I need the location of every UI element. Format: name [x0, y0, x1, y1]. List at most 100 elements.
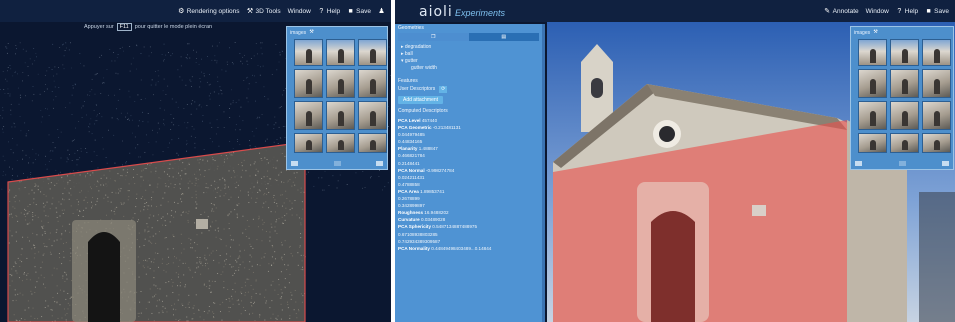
descriptor-row: Curvature 0.03489028	[395, 216, 542, 223]
fullscreen-hint: Appuyer sur F11 pour quitter le mode ple…	[84, 23, 213, 31]
image-thumbnail[interactable]	[890, 101, 919, 130]
panel-footer-button[interactable]	[291, 161, 298, 166]
image-thumbnail[interactable]	[326, 101, 355, 130]
refresh-icon[interactable]: ⟳	[439, 86, 448, 93]
descriptor-row: 0.4788858	[395, 181, 542, 188]
panel-footer-button[interactable]	[376, 161, 383, 166]
tree-item[interactable]: gutter width	[401, 65, 536, 72]
image-thumbnail[interactable]	[858, 39, 887, 66]
descriptor-row: 0.342899897	[395, 202, 542, 209]
tab-copy[interactable]: ❐	[398, 33, 469, 41]
features-title: Features	[398, 78, 418, 84]
image-thumbnail[interactable]	[358, 101, 387, 130]
notifications-button[interactable]: ♟	[378, 8, 385, 15]
descriptor-row: 0.044979485	[395, 131, 542, 138]
descriptor-row: Planarity 1.488847	[395, 145, 542, 152]
descriptor-row: 0.44834165	[395, 138, 542, 145]
image-thumbnail[interactable]	[858, 69, 887, 98]
descriptor-value: -0.998274784	[425, 167, 455, 173]
window-menu[interactable]: Window	[866, 8, 889, 15]
computed-descriptors-label: Computed Descriptors	[398, 108, 448, 114]
image-thumbnail[interactable]	[890, 39, 919, 66]
image-thumbnail[interactable]	[922, 101, 951, 130]
help-menu[interactable]: ? Help	[318, 8, 340, 15]
image-thumbnail[interactable]	[294, 133, 323, 153]
descriptor-value: 0.03489028	[420, 217, 446, 223]
descriptor-name: PCA Geometric	[398, 125, 433, 131]
descriptor-value: 0.2678899	[398, 196, 420, 202]
descriptor-row: Roughness 16.9488202	[395, 209, 542, 216]
descriptor-value: 457440	[421, 118, 438, 123]
image-thumbnail[interactable]	[358, 39, 387, 66]
right-viewer: ✎ Annotate Window ? Help ■ Save aioli Exper…	[395, 0, 955, 322]
descriptor-row: PCA Geometric -0.213481131	[395, 124, 542, 131]
document-icon: ▤	[501, 34, 507, 40]
image-thumbnail[interactable]	[922, 69, 951, 98]
image-thumbnail[interactable]	[326, 69, 355, 98]
descriptor-row: 0.67108938803285	[395, 231, 542, 238]
user-descriptors-row: User Descriptors ⟳	[398, 86, 448, 93]
image-thumbnail[interactable]	[294, 69, 323, 98]
help-menu[interactable]: ? Help	[896, 8, 918, 15]
add-attachment-button[interactable]: Add attachment	[398, 96, 444, 104]
panel-footer-button[interactable]	[898, 161, 906, 166]
image-thumbnail[interactable]	[922, 133, 951, 153]
descriptor-name: Roughness	[398, 210, 425, 216]
descriptor-value: 0.2148441	[398, 160, 420, 166]
image-thumbnail[interactable]	[358, 133, 387, 153]
descriptor-value: 0.44834165	[398, 139, 423, 145]
image-thumbnail[interactable]	[294, 39, 323, 66]
annotate-menu[interactable]: ✎ Annotate	[824, 8, 858, 15]
door	[651, 211, 695, 322]
app-logo[interactable]: aioli	[419, 4, 453, 20]
save-icon: ■	[348, 7, 353, 15]
tree-item[interactable]: ▸ degradation	[401, 44, 536, 51]
descriptor-list: PCA Level 457440 PCA Geometric -0.2134811…	[395, 117, 542, 252]
rendering-options-menu[interactable]: ⚙ Rendering options	[178, 8, 239, 15]
descriptor-name: PCA Level	[398, 118, 422, 123]
descriptor-row: PCA Level 457440	[395, 117, 542, 124]
help-icon: ?	[319, 7, 324, 15]
tab-document[interactable]: ▤	[469, 33, 540, 41]
descriptor-row: 0.466821784	[395, 152, 542, 159]
save-menu[interactable]: ■ Save	[925, 8, 949, 15]
image-thumbnail[interactable]	[358, 69, 387, 98]
image-thumbnail[interactable]	[858, 101, 887, 130]
save-menu[interactable]: ■ Save	[347, 8, 371, 15]
bell-icon: ♟	[378, 7, 385, 15]
panel-footer-button[interactable]	[333, 161, 341, 166]
descriptor-row: 0.742934389309587	[395, 238, 542, 245]
window-menu[interactable]: Window	[288, 8, 311, 15]
tree-item[interactable]: ▸ ball	[401, 51, 536, 58]
panel-footer-button[interactable]	[855, 161, 862, 166]
image-thumbnail[interactable]	[922, 39, 951, 66]
door-opening	[88, 232, 120, 322]
descriptor-value: 0.466821784	[398, 153, 425, 159]
panel-tabs: ❐ ▤	[398, 33, 539, 41]
descriptor-row: PCA Normal -0.998274784	[395, 167, 542, 174]
panel-header: Geometries	[398, 25, 424, 31]
image-thumbnail[interactable]	[326, 133, 355, 153]
tree-item[interactable]: ▾ gutter	[401, 58, 536, 65]
left-toolbar: ⚙ Rendering options ⚒ 3D Tools Window ? Hel…	[0, 0, 391, 22]
image-thumbnail[interactable]	[890, 133, 919, 153]
descriptor-name: PCA Sphericity	[398, 224, 433, 230]
descriptor-value: 0.044979485	[398, 132, 425, 138]
geometry-tree: ▸ degradation ▸ ball ▾ gutter gutter wid…	[395, 42, 542, 74]
tools-icon[interactable]: ⚒	[872, 29, 879, 36]
panel-footer-button[interactable]	[942, 161, 949, 166]
image-thumbnail[interactable]	[890, 69, 919, 98]
descriptor-name: Curvature	[398, 217, 421, 223]
image-thumbnail[interactable]	[858, 133, 887, 153]
tools-icon[interactable]: ⚒	[308, 29, 315, 36]
tools-icon: ⚒	[246, 7, 254, 15]
3d-tools-menu[interactable]: ⚒ 3D Tools	[247, 8, 281, 15]
descriptor-row: PCA Normality 0.44849498403489...0.14844	[395, 245, 542, 252]
descriptor-value: 0.4788858	[398, 181, 420, 187]
image-thumbnail[interactable]	[326, 39, 355, 66]
descriptor-value: 0.742934389309587	[398, 238, 441, 244]
descriptor-value: 0.024211431	[398, 174, 425, 180]
descriptor-row: 0.2148441	[395, 160, 542, 167]
image-thumbnail[interactable]	[294, 101, 323, 130]
descriptor-row: PCA Area 1.89853741	[395, 188, 542, 195]
